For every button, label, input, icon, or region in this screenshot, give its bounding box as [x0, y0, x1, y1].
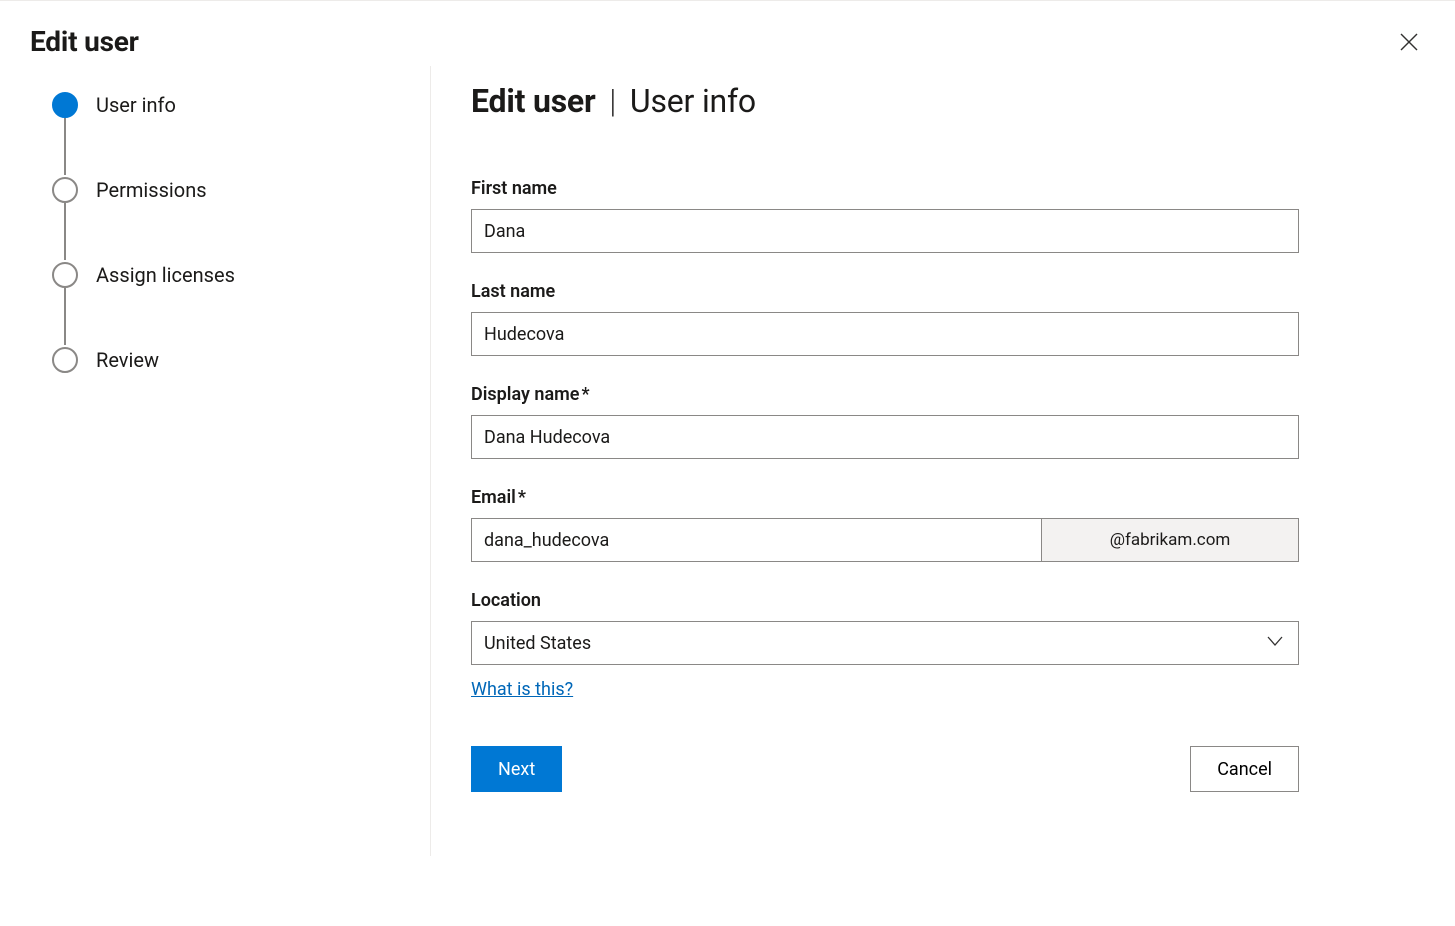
- wizard-stepper: User info Permissions Assign licenses Re…: [0, 66, 430, 896]
- step-dot-icon: [52, 177, 78, 203]
- location-select[interactable]: United States: [471, 621, 1299, 665]
- email-input[interactable]: [471, 518, 1041, 562]
- next-button[interactable]: Next: [471, 746, 562, 792]
- edit-user-panel: Edit user User info Permissions: [0, 0, 1455, 926]
- step-user-info[interactable]: User info: [52, 90, 390, 120]
- step-label: Review: [96, 348, 159, 372]
- step-connector: [64, 118, 66, 175]
- last-name-input[interactable]: [471, 312, 1299, 356]
- step-label: Assign licenses: [96, 263, 235, 287]
- form-area: Edit user | User info First name Last na…: [431, 66, 1455, 896]
- panel-title: Edit user: [30, 25, 139, 58]
- field-location: Location United States What is this?: [471, 590, 1403, 700]
- field-email: Email* @fabrikam.com: [471, 487, 1403, 562]
- first-name-label: First name: [471, 178, 1403, 199]
- step-dot-icon: [52, 92, 78, 118]
- email-domain: @fabrikam.com: [1041, 518, 1299, 562]
- form-title-separator: |: [603, 82, 622, 120]
- first-name-input[interactable]: [471, 209, 1299, 253]
- email-label: Email*: [471, 487, 1403, 508]
- step-assign-licenses[interactable]: Assign licenses: [52, 260, 390, 290]
- step-permissions[interactable]: Permissions: [52, 175, 390, 205]
- email-label-text: Email: [471, 487, 516, 508]
- location-label: Location: [471, 590, 1403, 611]
- step-review[interactable]: Review: [52, 345, 390, 375]
- form-title-main: Edit user: [471, 82, 596, 120]
- display-name-label-text: Display name: [471, 384, 579, 405]
- field-first-name: First name: [471, 178, 1403, 253]
- step-label: User info: [96, 93, 176, 117]
- step-connector: [64, 288, 66, 345]
- required-marker: *: [518, 487, 526, 508]
- display-name-input[interactable]: [471, 415, 1299, 459]
- field-last-name: Last name: [471, 281, 1403, 356]
- step-label: Permissions: [96, 178, 207, 202]
- panel-header: Edit user: [0, 1, 1455, 66]
- form-title-sub: User info: [630, 82, 756, 120]
- close-icon: [1399, 32, 1419, 52]
- location-help-link[interactable]: What is this?: [471, 679, 573, 700]
- close-button[interactable]: [1393, 26, 1425, 58]
- display-name-label: Display name*: [471, 384, 1403, 405]
- step-dot-icon: [52, 262, 78, 288]
- last-name-label: Last name: [471, 281, 1403, 302]
- step-connector: [64, 203, 66, 260]
- step-dot-icon: [52, 347, 78, 373]
- form-title: Edit user | User info: [471, 82, 1403, 120]
- field-display-name: Display name*: [471, 384, 1403, 459]
- form-actions: Next Cancel: [471, 746, 1299, 792]
- cancel-button[interactable]: Cancel: [1190, 746, 1299, 792]
- required-marker: *: [581, 384, 589, 405]
